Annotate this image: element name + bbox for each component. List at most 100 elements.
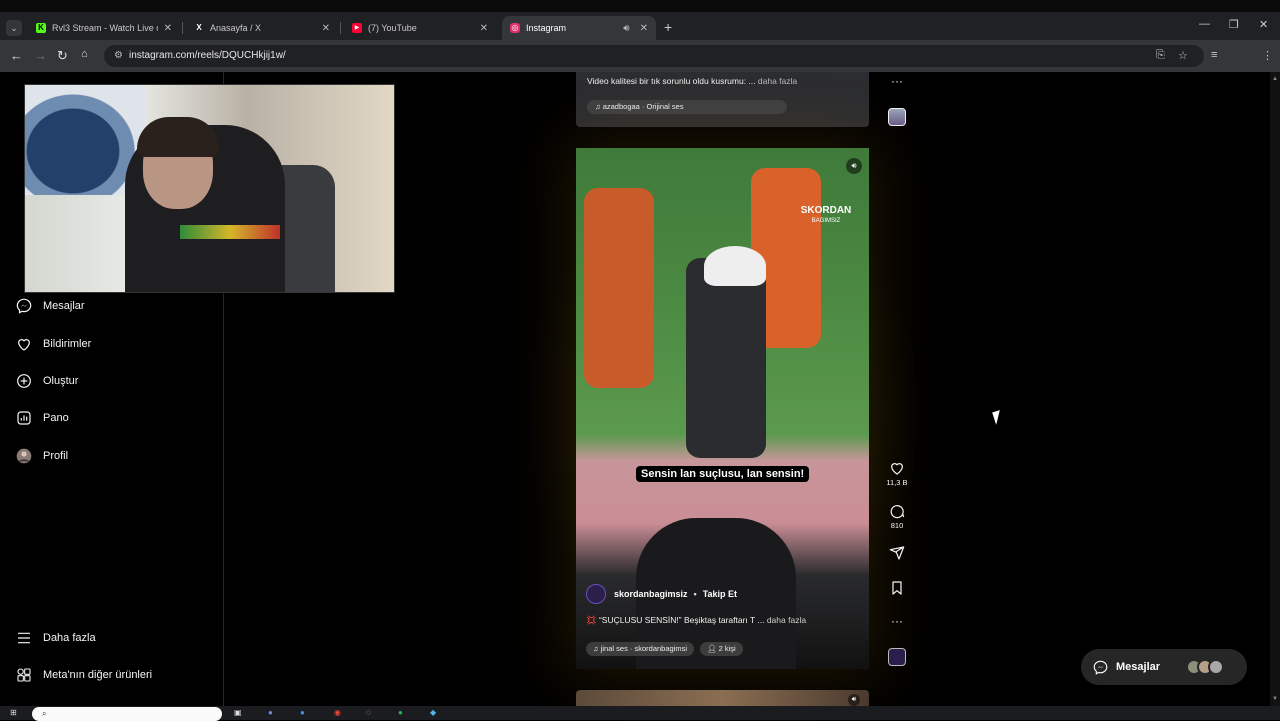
sidebar-item-create[interactable]: Oluştur	[16, 373, 78, 389]
audio-label: azadbogaa · Orijinal ses	[602, 102, 684, 111]
helmet	[704, 246, 766, 286]
video-subtitle: Sensin lan suçlusu, lan sensin!	[636, 466, 810, 482]
previous-reel-footer: Video kalitesi bir tık sorunlu oldu kusr…	[576, 72, 869, 127]
audio-pill[interactable]: ♫ jinal ses · skordanbagimsi	[586, 642, 695, 656]
scroll-up-icon[interactable]: ▲	[1272, 76, 1278, 82]
speaker-icon[interactable]: 🔊︎	[623, 23, 629, 34]
reel-video[interactable]: 🔊︎ SKORDAN BAGIMSIZ Sensin lan suçlusu, …	[576, 148, 869, 669]
comment-count: 810	[890, 521, 904, 530]
save-button[interactable]	[884, 580, 910, 596]
sidebar-item-profile[interactable]: Profil	[16, 448, 68, 464]
reel-meta: ♫ jinal ses · skordanbagimsi 👤︎ 2 kişi	[586, 642, 743, 656]
share-button[interactable]	[884, 545, 910, 561]
bookmark-icon	[892, 581, 902, 595]
previous-audio-thumbnail[interactable]	[888, 108, 906, 126]
more-options-icon[interactable]: ···	[884, 614, 910, 628]
like-count: 11,3 B	[886, 478, 908, 487]
chrome-icon[interactable]: ◉	[334, 708, 341, 717]
tab-instagram[interactable]: ◎ Instagram 🔊︎ ✕	[502, 16, 656, 40]
bookmark-star-icon[interactable]: ☆	[1178, 49, 1188, 62]
brand-logo: SKORDAN BAGIMSIZ	[798, 206, 854, 226]
previous-reel-caption[interactable]: Video kalitesi bir tık sorunlu oldu kusr…	[587, 76, 797, 86]
sidebar-item-messages[interactable]: Mesajlar	[16, 298, 85, 314]
tagged-people-pill[interactable]: 👤︎ 2 kişi	[700, 642, 743, 656]
more-link[interactable]: daha fazla	[758, 76, 797, 86]
audio-author: skordanbagimsi	[634, 644, 688, 653]
message-avatars	[1186, 659, 1224, 675]
discord-icon[interactable]: ●	[268, 708, 273, 717]
sidebar-item-label: Bildirimler	[43, 338, 92, 350]
close-icon[interactable]: ✕	[640, 23, 648, 34]
app-icon[interactable]: ●	[300, 708, 305, 717]
close-icon[interactable]: ✕	[164, 23, 172, 34]
follow-button[interactable]: Takip Et	[703, 589, 737, 599]
scroll-down-icon[interactable]: ▼	[1272, 696, 1278, 702]
browser-menu-icon[interactable]: ⋮	[1262, 49, 1273, 62]
comment-button[interactable]: 810	[884, 503, 910, 530]
forward-icon[interactable]: →	[34, 48, 47, 63]
sidebar-meta-products[interactable]: Meta'nın diğer ürünleri	[16, 667, 152, 683]
audio-thumbnail[interactable]	[888, 648, 906, 666]
messenger-icon	[1093, 660, 1108, 675]
taskbar-search[interactable]: ⌕	[32, 707, 222, 721]
instagram-page: Mesajlar Bildirimler Oluştur Pano Profil…	[0, 72, 1280, 710]
previous-reel-audio[interactable]: ♫ azadbogaa · Orijinal ses	[587, 100, 787, 114]
mouse-cursor-icon	[992, 410, 1004, 425]
close-icon[interactable]: ✕	[322, 23, 330, 34]
hamburger-menu-icon	[18, 632, 30, 644]
sidebar-more-button[interactable]: Daha fazla	[16, 630, 96, 646]
messenger-icon	[16, 298, 32, 314]
install-app-icon[interactable]: ⎘	[1156, 49, 1165, 62]
address-toolbar: ← → ↻ ⌂ ⚙ instagram.com/reels/DQUCHkjij1…	[0, 40, 1280, 102]
volume-icon[interactable]: 🔊︎	[848, 694, 860, 706]
search-icon: ⌕	[42, 709, 47, 718]
home-icon[interactable]: ⌂	[81, 48, 88, 60]
person-figure	[686, 258, 766, 458]
windows-start-icon[interactable]: ⊞	[10, 708, 17, 717]
new-tab-icon[interactable]: +	[664, 19, 672, 35]
brand-logo-text: SKORDAN	[800, 205, 852, 216]
tab-kick[interactable]: K Rvl3 Stream - Watch Live on Ki ✕	[28, 16, 180, 40]
author-username[interactable]: skordanbagimsiz	[614, 589, 688, 599]
scrollbar[interactable]: ▲ ▼	[1270, 72, 1280, 706]
instagram-favicon-icon: ◎	[510, 23, 520, 33]
window-close-icon[interactable]: ✕	[1259, 18, 1268, 31]
sidebar-item-label: Daha fazla	[43, 632, 96, 644]
restore-icon[interactable]: ❐	[1229, 18, 1239, 31]
sidebar-item-notifications[interactable]: Bildirimler	[16, 336, 91, 352]
tab-separator	[182, 22, 183, 34]
like-button[interactable]: 11,3 B	[884, 460, 910, 487]
close-icon[interactable]: ✕	[480, 23, 488, 34]
kick-favicon-icon: K	[36, 23, 46, 33]
volume-icon[interactable]: 🔊︎	[846, 158, 862, 174]
heart-icon	[891, 463, 903, 475]
brand-logo-subtext: BAGIMSIZ	[811, 218, 841, 224]
tab-youtube[interactable]: ▶ (7) YouTube ✕	[344, 16, 496, 40]
messages-button[interactable]: Mesajlar	[1081, 649, 1247, 685]
steam-icon[interactable]: ◌	[366, 708, 371, 717]
previous-more-options-icon[interactable]: ···	[884, 74, 910, 88]
sidebar-item-dashboard[interactable]: Pano	[16, 410, 69, 426]
heart-icon	[18, 339, 30, 351]
author-avatar[interactable]	[586, 584, 606, 604]
tab-search-chevron-icon[interactable]: ⌄	[6, 20, 22, 36]
separator-dot: ·	[627, 644, 635, 653]
sidebar-item-label: Mesajlar	[43, 300, 85, 312]
tab-x[interactable]: X Anasayfa / X ✕	[186, 16, 338, 40]
tab-separator	[340, 22, 341, 34]
shirt-stripe	[180, 225, 280, 239]
app-icon[interactable]: ◆	[430, 708, 436, 717]
media-controls-icon[interactable]: ≡	[1211, 49, 1217, 61]
avatar	[1208, 659, 1224, 675]
messages-button-label: Mesajlar	[1116, 661, 1161, 673]
minimize-icon[interactable]: —	[1199, 18, 1210, 30]
spotify-icon[interactable]: ●	[398, 708, 403, 717]
reload-icon[interactable]: ↻	[57, 48, 68, 64]
more-link[interactable]: daha fazla	[767, 615, 806, 625]
url-bar[interactable]: ⚙ instagram.com/reels/DQUCHkjij1w/	[104, 45, 1204, 67]
tab-title: Instagram	[526, 23, 567, 33]
task-view-icon[interactable]: ▣	[234, 708, 242, 717]
reel-caption[interactable]: 💢 “SUÇLUSU SENSİN!” Beşiktaş taraftarı T…	[586, 615, 806, 626]
site-info-icon[interactable]: ⚙	[114, 45, 123, 67]
back-icon[interactable]: ←	[10, 48, 23, 63]
